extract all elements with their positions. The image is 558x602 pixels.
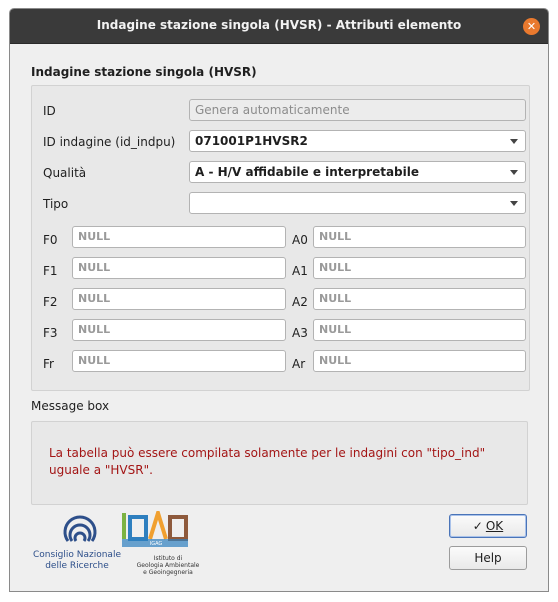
close-icon: ✕: [526, 20, 537, 33]
id-label: ID: [43, 104, 56, 118]
igag-logo-text: Istituto di Geologia Ambientale e Geoing…: [128, 555, 208, 576]
chevron-down-icon: [510, 139, 518, 144]
cnr-line2: delle Ricerche: [45, 561, 109, 571]
igag-line1: Istituto di: [153, 555, 183, 562]
f2-label: F2: [43, 295, 58, 309]
title-bar[interactable]: Indagine stazione singola (HVSR) - Attri…: [10, 9, 548, 44]
a0-label: A0: [292, 233, 308, 247]
cnr-logo-text: Consiglio Nazionale delle Ricerche: [30, 550, 124, 572]
chevron-down-icon: [510, 201, 518, 206]
a1-field[interactable]: NULL: [313, 257, 526, 279]
igag-line2: Geologia Ambientale: [136, 562, 200, 569]
message-text: La tabella può essere compilata solament…: [49, 445, 509, 479]
message-box: La tabella può essere compilata solament…: [31, 421, 528, 505]
dialog-window: Indagine stazione singola (HVSR) - Attri…: [9, 8, 549, 592]
f1-label: F1: [43, 264, 58, 278]
check-icon: ✓: [472, 519, 483, 533]
igag-wordmark: IGAG: [150, 541, 163, 547]
message-text-line2: uguale a "HVSR".: [49, 463, 153, 477]
qualita-value: A - H/V affidabile e interpretabile: [195, 165, 420, 179]
fr-label: Fr: [43, 357, 54, 371]
message-text-line1: La tabella può essere compilata solament…: [49, 446, 486, 460]
fr-field[interactable]: NULL: [72, 350, 286, 372]
group-title: Indagine stazione singola (HVSR): [31, 65, 257, 79]
ar-field[interactable]: NULL: [313, 350, 526, 372]
igag-logo: IGAG: [122, 511, 188, 547]
id-field[interactable]: Genera automaticamente: [189, 99, 526, 121]
cnr-line1: Consiglio Nazionale: [32, 550, 121, 560]
a0-field[interactable]: NULL: [313, 226, 526, 248]
a2-field[interactable]: NULL: [313, 288, 526, 310]
ar-label: Ar: [292, 357, 306, 371]
f0-field[interactable]: NULL: [72, 226, 286, 248]
f2-field[interactable]: NULL: [72, 288, 286, 310]
chevron-down-icon: [510, 170, 518, 175]
a3-label: A3: [292, 326, 308, 340]
f1-field[interactable]: NULL: [72, 257, 286, 279]
a3-field[interactable]: NULL: [313, 319, 526, 341]
f0-label: F0: [43, 233, 58, 247]
message-box-title: Message box: [31, 399, 110, 413]
window-title: Indagine stazione singola (HVSR) - Attri…: [96, 18, 462, 32]
tipo-label: Tipo: [43, 197, 69, 211]
id-indagine-value: 071001P1HVSR2: [195, 134, 308, 148]
ok-label: OK: [485, 519, 504, 533]
a2-label: A2: [292, 295, 308, 309]
qualita-combo[interactable]: A - H/V affidabile e interpretabile: [189, 161, 526, 183]
help-button[interactable]: Help: [449, 546, 527, 570]
f3-field[interactable]: NULL: [72, 319, 286, 341]
tipo-combo[interactable]: [189, 192, 526, 214]
f3-label: F3: [43, 326, 58, 340]
attributes-group: ID Genera automaticamente ID indagine (i…: [31, 85, 530, 391]
id-indagine-combo[interactable]: 071001P1HVSR2: [189, 130, 526, 152]
igag-line3: e Geoingegneria: [143, 569, 193, 576]
close-button[interactable]: ✕: [523, 18, 540, 35]
ok-button[interactable]: ✓ OK: [449, 514, 527, 538]
qualita-label: Qualità: [43, 166, 87, 180]
a1-label: A1: [292, 264, 308, 278]
id-indagine-label: ID indagine (id_indpu): [43, 135, 176, 149]
